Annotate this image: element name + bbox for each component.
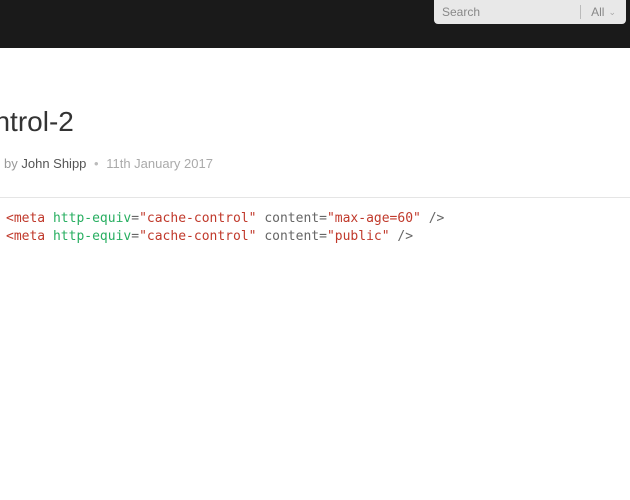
author-link[interactable]: John Shipp xyxy=(21,156,86,171)
code-str: "cache-control" xyxy=(139,211,256,226)
code-eq: = xyxy=(131,211,139,226)
article-content: e-control-2 by John Shipp • 11th January… xyxy=(0,106,630,257)
chevron-down-icon: ⌄ xyxy=(608,7,616,18)
code-attr2: content xyxy=(264,229,319,244)
code-attr: http-equiv xyxy=(53,211,131,226)
code-eq: = xyxy=(319,229,327,244)
code-eq: = xyxy=(131,229,139,244)
meta-separator: • xyxy=(94,156,99,171)
code-tag: <meta xyxy=(6,229,45,244)
page-title: e-control-2 xyxy=(0,106,630,138)
by-label: by xyxy=(4,156,18,171)
filter-label: All xyxy=(591,5,604,19)
search-input[interactable] xyxy=(434,1,580,23)
code-tag: <meta xyxy=(6,211,45,226)
publish-date: 11th January 2017 xyxy=(106,156,213,171)
code-close: /> xyxy=(429,211,445,226)
code-block: <meta http-equiv="cache-control" content… xyxy=(0,198,630,257)
code-str: "max-age=60" xyxy=(327,211,421,226)
code-attr: http-equiv xyxy=(53,229,131,244)
code-str: "cache-control" xyxy=(139,229,256,244)
article-meta: by John Shipp • 11th January 2017 xyxy=(4,156,630,171)
code-eq: = xyxy=(319,211,327,226)
top-bar: All ⌄ xyxy=(0,0,630,48)
search-filter-dropdown[interactable]: All ⌄ xyxy=(581,5,626,19)
code-str: "public" xyxy=(327,229,390,244)
search-container: All ⌄ xyxy=(434,0,626,24)
code-attr2: content xyxy=(264,211,319,226)
code-close: /> xyxy=(397,229,413,244)
